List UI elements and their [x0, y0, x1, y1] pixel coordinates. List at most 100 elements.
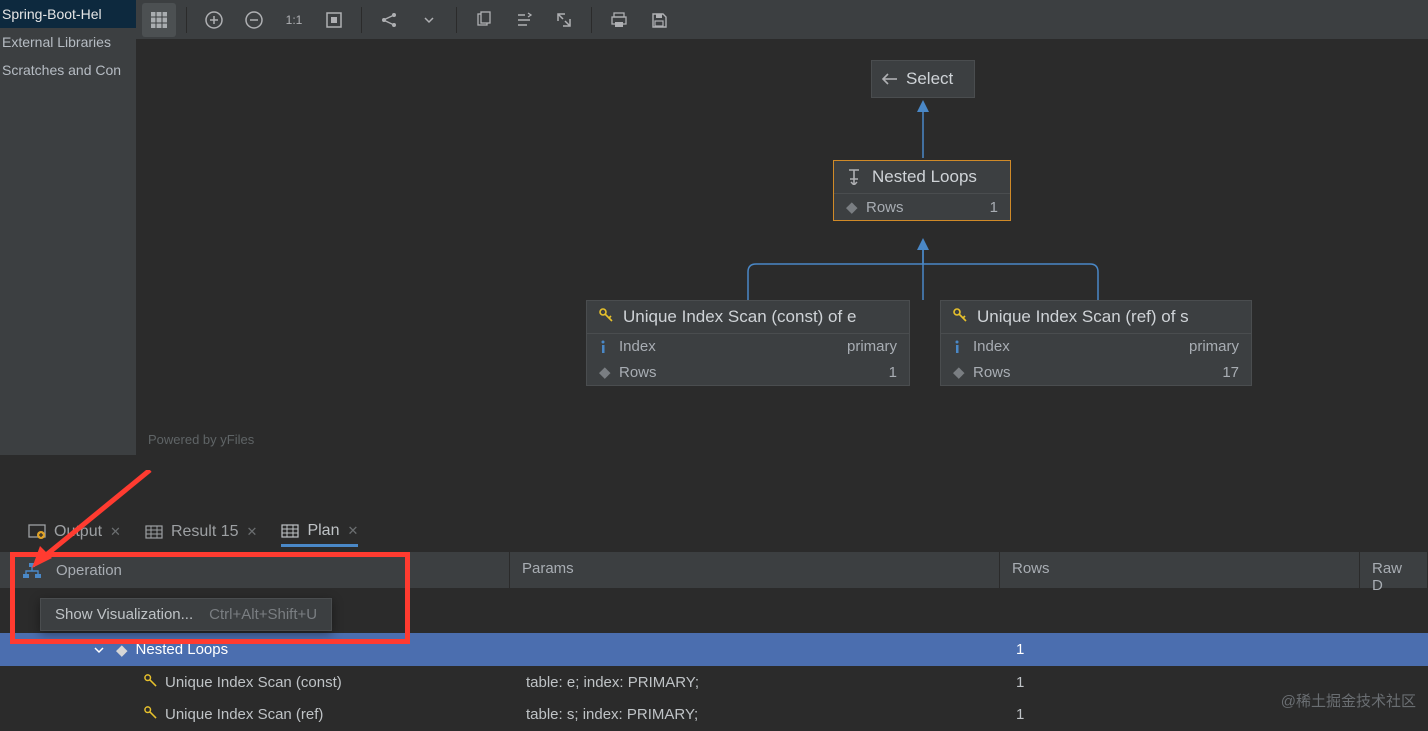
print-icon — [610, 11, 628, 29]
rows-label: Rows — [619, 364, 657, 381]
copy-icon — [475, 11, 493, 29]
index-value: primary — [847, 338, 897, 355]
th-operation[interactable]: Operation — [0, 552, 510, 588]
close-icon[interactable]: ✕ — [347, 523, 358, 539]
info-icon — [599, 340, 619, 354]
chevron-down-icon — [424, 15, 434, 25]
save-icon — [650, 11, 668, 29]
fit-screen-button[interactable] — [317, 3, 351, 37]
table-header: Operation Params Rows Raw D — [0, 552, 1428, 588]
powered-by-label: Powered by yFiles — [148, 432, 254, 447]
table-icon — [150, 11, 168, 29]
params-cell: table: s; index: PRIMARY; — [510, 706, 1000, 723]
tooltip-label: Show Visualization... — [55, 606, 193, 623]
th-raw[interactable]: Raw D — [1360, 552, 1428, 588]
copy-button[interactable] — [467, 3, 501, 37]
rows-label: Rows — [973, 364, 1011, 381]
zoom-actual-button[interactable]: 1:1 — [277, 3, 311, 37]
tab-label: Result 15 — [171, 523, 239, 541]
bottom-tabs: Output ✕ Result 15 ✕ Plan ✕ — [0, 512, 1428, 552]
tab-output[interactable]: Output ✕ — [28, 523, 121, 541]
layout-icon — [515, 11, 533, 29]
key-icon — [144, 706, 157, 723]
rows-cell: 1 — [1000, 674, 1360, 691]
separator — [186, 7, 187, 33]
minus-icon — [245, 11, 263, 29]
sidebar-item-scratches[interactable]: Scratches and Con — [0, 56, 136, 84]
project-sidebar: Spring-Boot-Hel External Libraries Scrat… — [0, 0, 136, 455]
expand-button[interactable] — [547, 3, 581, 37]
plan-table: Operation Params Rows Raw D ◆ Nested Loo… — [0, 552, 1428, 731]
separator — [591, 7, 592, 33]
one-to-one-icon: 1:1 — [286, 13, 303, 27]
node-nested-loops[interactable]: Nested Loops ◆ Rows 1 — [833, 160, 1011, 221]
watermark: @稀土掘金技术社区 — [1281, 690, 1416, 711]
sidebar-item-external-libs[interactable]: External Libraries — [0, 28, 136, 56]
close-icon[interactable]: ✕ — [247, 524, 258, 540]
zoom-out-button[interactable] — [237, 3, 271, 37]
sidebar-item-project[interactable]: Spring-Boot-Hel — [0, 0, 136, 28]
rows-label: Rows — [866, 199, 904, 216]
table-row[interactable]: Unique Index Scan (const) table: e; inde… — [0, 666, 1428, 699]
output-icon — [28, 524, 46, 540]
join-icon — [846, 169, 862, 185]
tab-label: Output — [54, 523, 102, 541]
node-index-scan-const[interactable]: Unique Index Scan (const) of e Index pri… — [586, 300, 910, 386]
zoom-in-button[interactable] — [197, 3, 231, 37]
th-params[interactable]: Params — [510, 552, 1000, 588]
op-text: Nested Loops — [136, 641, 229, 658]
op-text: Unique Index Scan (ref) — [165, 706, 323, 723]
params-cell: table: e; index: PRIMARY; — [510, 674, 1000, 691]
node-select[interactable]: Select — [871, 60, 975, 98]
close-icon[interactable]: ✕ — [110, 524, 121, 540]
rows-value: 1 — [990, 199, 998, 216]
index-label: Index — [973, 338, 1010, 355]
arrow-left-icon — [882, 72, 898, 86]
dropdown-button[interactable] — [412, 3, 446, 37]
node-title: Unique Index Scan (ref) of s — [977, 307, 1189, 327]
rows-value: 1 — [889, 364, 897, 381]
rows-value: 17 — [1222, 364, 1239, 381]
diamond-icon: ◆ — [953, 363, 973, 381]
key-icon — [599, 307, 613, 327]
print-button[interactable] — [602, 3, 636, 37]
layout-button[interactable] — [507, 3, 541, 37]
save-button[interactable] — [642, 3, 676, 37]
index-value: primary — [1189, 338, 1239, 355]
fit-icon — [325, 11, 343, 29]
table-icon — [145, 525, 163, 539]
table-row[interactable]: Unique Index Scan (ref) table: s; index:… — [0, 698, 1428, 731]
diamond-icon: ◆ — [846, 198, 866, 216]
info-icon — [953, 340, 973, 354]
key-icon — [144, 674, 157, 691]
diagram-edges — [136, 40, 1428, 455]
tab-label: Plan — [307, 522, 339, 540]
separator — [361, 7, 362, 33]
node-index-scan-ref[interactable]: Unique Index Scan (ref) of s Index prima… — [940, 300, 1252, 386]
tab-result[interactable]: Result 15 ✕ — [145, 523, 258, 541]
table-icon — [281, 524, 299, 538]
tab-plan[interactable]: Plan ✕ — [281, 522, 358, 547]
plus-icon — [205, 11, 223, 29]
index-label: Index — [619, 338, 656, 355]
grid-toggle-button[interactable] — [142, 3, 176, 37]
execution-plan-diagram[interactable]: Select Nested Loops ◆ Rows 1 Unique Inde… — [136, 40, 1428, 455]
chevron-down-icon[interactable] — [94, 645, 108, 655]
show-visualization-button[interactable] — [20, 559, 44, 583]
separator — [456, 7, 457, 33]
share-button[interactable] — [372, 3, 406, 37]
key-icon — [953, 307, 967, 327]
diamond-icon: ◆ — [599, 363, 619, 381]
rows-cell: 1 — [1000, 641, 1360, 658]
expand-icon — [555, 11, 573, 29]
op-text: Unique Index Scan (const) — [165, 674, 342, 691]
th-rows[interactable]: Rows — [1000, 552, 1360, 588]
table-row[interactable]: ◆ Nested Loops 1 — [0, 633, 1428, 666]
show-visualization-tooltip[interactable]: Show Visualization... Ctrl+Alt+Shift+U — [40, 598, 332, 631]
diagram-toolbar: 1:1 — [136, 0, 1428, 40]
node-select-label: Select — [906, 69, 953, 89]
share-icon — [380, 11, 398, 29]
tooltip-shortcut: Ctrl+Alt+Shift+U — [209, 606, 317, 623]
tree-icon — [22, 562, 42, 580]
th-label: Operation — [56, 562, 122, 579]
